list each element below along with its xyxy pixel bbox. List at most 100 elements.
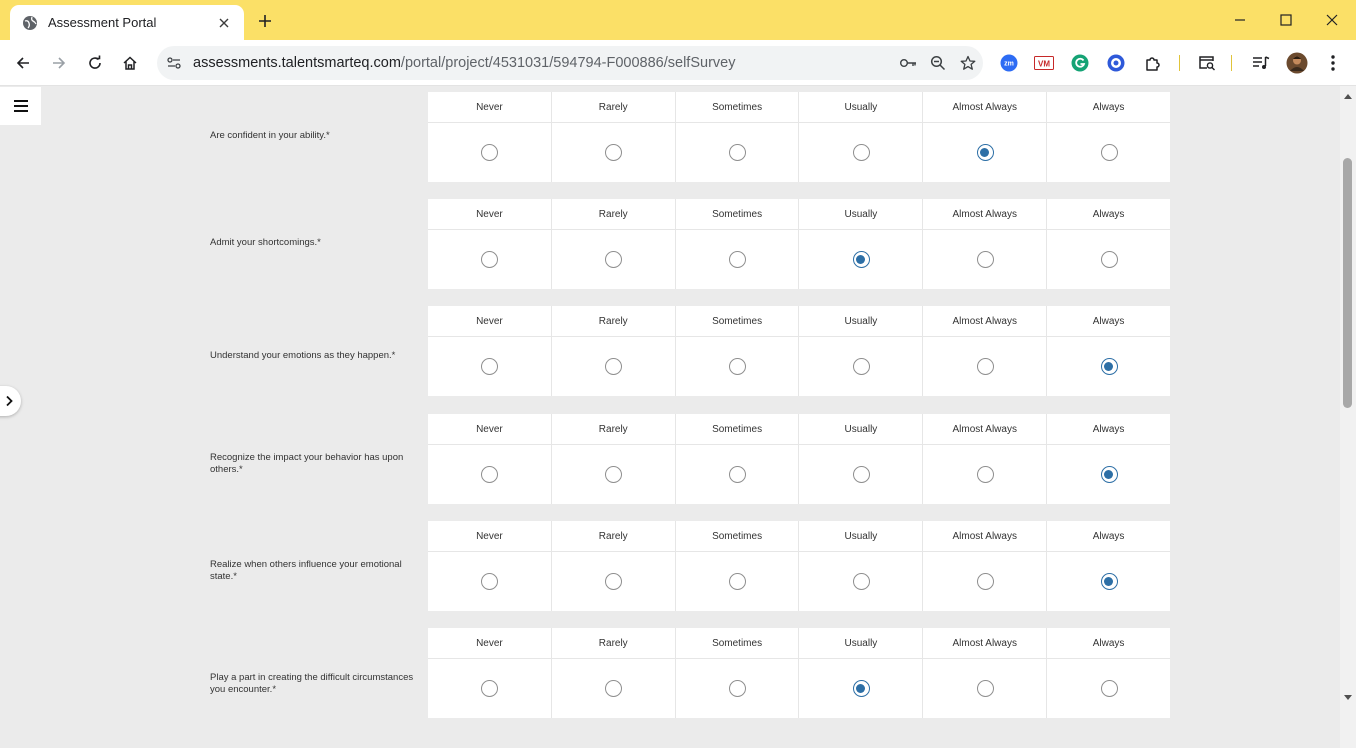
radio-button[interactable] bbox=[605, 144, 623, 161]
rating-option-never: Never bbox=[428, 628, 552, 718]
target-extension-icon[interactable] bbox=[1105, 52, 1127, 74]
radio-button[interactable] bbox=[976, 251, 994, 268]
rating-option-never: Never bbox=[428, 414, 552, 504]
question-text: Realize when others influence your emoti… bbox=[210, 559, 402, 582]
radio-button[interactable] bbox=[852, 358, 870, 375]
password-key-icon[interactable] bbox=[893, 49, 923, 77]
close-window-icon[interactable] bbox=[1309, 6, 1355, 34]
radio-button[interactable] bbox=[729, 144, 747, 161]
radio-button[interactable] bbox=[605, 251, 623, 268]
radio-button[interactable] bbox=[729, 251, 747, 268]
radio-button[interactable] bbox=[976, 358, 994, 375]
radio-button[interactable] bbox=[852, 573, 870, 590]
zoom-icon[interactable] bbox=[923, 49, 953, 77]
radio-button[interactable] bbox=[481, 466, 499, 483]
radio-button[interactable] bbox=[481, 358, 499, 375]
question-row: Admit your shortcomings.* Never Rarely Some… bbox=[0, 199, 1340, 289]
browser-tab[interactable]: Assessment Portal bbox=[10, 5, 244, 40]
option-label: Never bbox=[428, 199, 551, 230]
option-label: Almost Always bbox=[923, 306, 1047, 337]
page-scrollbar[interactable] bbox=[1340, 86, 1356, 748]
question-text: Understand your emotions as they happen.… bbox=[210, 350, 396, 361]
address-bar[interactable]: assessments.talentsmarteq.com/portal/pro… bbox=[157, 46, 983, 80]
rating-option-never: Never bbox=[428, 306, 552, 396]
rating-option-sometimes: Sometimes bbox=[675, 199, 800, 289]
radio-button[interactable] bbox=[481, 144, 499, 161]
rating-option-never: Never bbox=[428, 521, 552, 611]
tab-close-icon[interactable] bbox=[214, 13, 234, 33]
profile-avatar[interactable] bbox=[1286, 52, 1308, 74]
bookmark-star-icon[interactable] bbox=[953, 49, 983, 77]
option-label: Never bbox=[428, 92, 551, 123]
reload-icon[interactable] bbox=[81, 49, 109, 77]
option-label: Almost Always bbox=[923, 521, 1047, 552]
option-label: Sometimes bbox=[675, 92, 799, 123]
scroll-down-icon[interactable] bbox=[1340, 690, 1356, 706]
zoom-extension-icon[interactable]: zm bbox=[998, 52, 1020, 74]
rating-option-sometimes: Sometimes bbox=[675, 414, 800, 504]
radio-button[interactable] bbox=[1100, 144, 1118, 161]
scrollbar-thumb[interactable] bbox=[1343, 158, 1352, 408]
scroll-up-icon[interactable] bbox=[1340, 88, 1356, 104]
radio-button[interactable] bbox=[976, 466, 994, 483]
url-text[interactable]: assessments.talentsmarteq.com/portal/pro… bbox=[193, 55, 893, 71]
radio-button[interactable] bbox=[729, 680, 747, 697]
radio-button[interactable] bbox=[729, 573, 747, 590]
option-label: Rarely bbox=[551, 92, 675, 123]
back-icon[interactable] bbox=[9, 49, 37, 77]
radio-button[interactable] bbox=[1100, 680, 1118, 697]
radio-button[interactable] bbox=[1100, 573, 1118, 590]
option-label: Rarely bbox=[551, 521, 675, 552]
radio-button[interactable] bbox=[976, 680, 994, 697]
radio-button[interactable] bbox=[729, 358, 747, 375]
radio-button[interactable] bbox=[976, 144, 994, 161]
browser-menu-icon[interactable] bbox=[1322, 52, 1344, 74]
rating-scale: Never Rarely Sometimes Usually Almost Always… bbox=[428, 521, 1170, 611]
site-info-icon[interactable] bbox=[160, 49, 188, 77]
extensions-puzzle-icon[interactable] bbox=[1142, 52, 1164, 74]
radio-button[interactable] bbox=[852, 251, 870, 268]
radio-button[interactable] bbox=[1100, 251, 1118, 268]
question-text: Play a part in creating the difficult ci… bbox=[210, 672, 414, 695]
rating-option-never: Never bbox=[428, 92, 552, 182]
radio-button[interactable] bbox=[1100, 466, 1118, 483]
rating-option-sometimes: Sometimes bbox=[675, 628, 800, 718]
rating-scale: Never Rarely Sometimes Usually Almost Always… bbox=[428, 92, 1170, 182]
forward-icon[interactable] bbox=[45, 49, 73, 77]
option-label: Sometimes bbox=[675, 199, 799, 230]
maximize-icon[interactable] bbox=[1263, 6, 1309, 34]
media-control-icon[interactable] bbox=[1250, 52, 1272, 74]
home-icon[interactable] bbox=[116, 49, 144, 77]
vm-extension-icon[interactable]: VM bbox=[1033, 52, 1055, 74]
option-label: Usually bbox=[799, 306, 923, 337]
globe-icon bbox=[22, 15, 38, 31]
new-tab-icon[interactable] bbox=[254, 10, 276, 32]
rating-scale: Never Rarely Sometimes Usually Almost Always… bbox=[428, 199, 1170, 289]
radio-button[interactable] bbox=[976, 573, 994, 590]
radio-button[interactable] bbox=[605, 680, 623, 697]
rating-option-almost-always: Almost Always bbox=[923, 628, 1048, 718]
rating-option-always: Always bbox=[1047, 306, 1170, 396]
option-label: Always bbox=[1047, 92, 1170, 123]
radio-button[interactable] bbox=[481, 680, 499, 697]
radio-button[interactable] bbox=[481, 251, 499, 268]
radio-button[interactable] bbox=[852, 144, 870, 161]
radio-button[interactable] bbox=[605, 466, 623, 483]
browser-toolbar: assessments.talentsmarteq.com/portal/pro… bbox=[0, 40, 1356, 86]
option-label: Sometimes bbox=[675, 628, 799, 659]
option-label: Almost Always bbox=[923, 628, 1047, 659]
option-label: Usually bbox=[799, 92, 923, 123]
grammarly-icon[interactable] bbox=[1069, 52, 1091, 74]
radio-button[interactable] bbox=[729, 466, 747, 483]
rating-option-almost-always: Almost Always bbox=[923, 521, 1048, 611]
minimize-icon[interactable] bbox=[1217, 6, 1263, 34]
radio-button[interactable] bbox=[481, 573, 499, 590]
radio-button[interactable] bbox=[605, 358, 623, 375]
tab-search-icon[interactable] bbox=[1196, 52, 1218, 74]
rating-option-usually: Usually bbox=[799, 628, 924, 718]
question-text: Recognize the impact your behavior has u… bbox=[210, 452, 404, 475]
radio-button[interactable] bbox=[1100, 358, 1118, 375]
radio-button[interactable] bbox=[605, 573, 623, 590]
radio-button[interactable] bbox=[852, 680, 870, 697]
radio-button[interactable] bbox=[852, 466, 870, 483]
